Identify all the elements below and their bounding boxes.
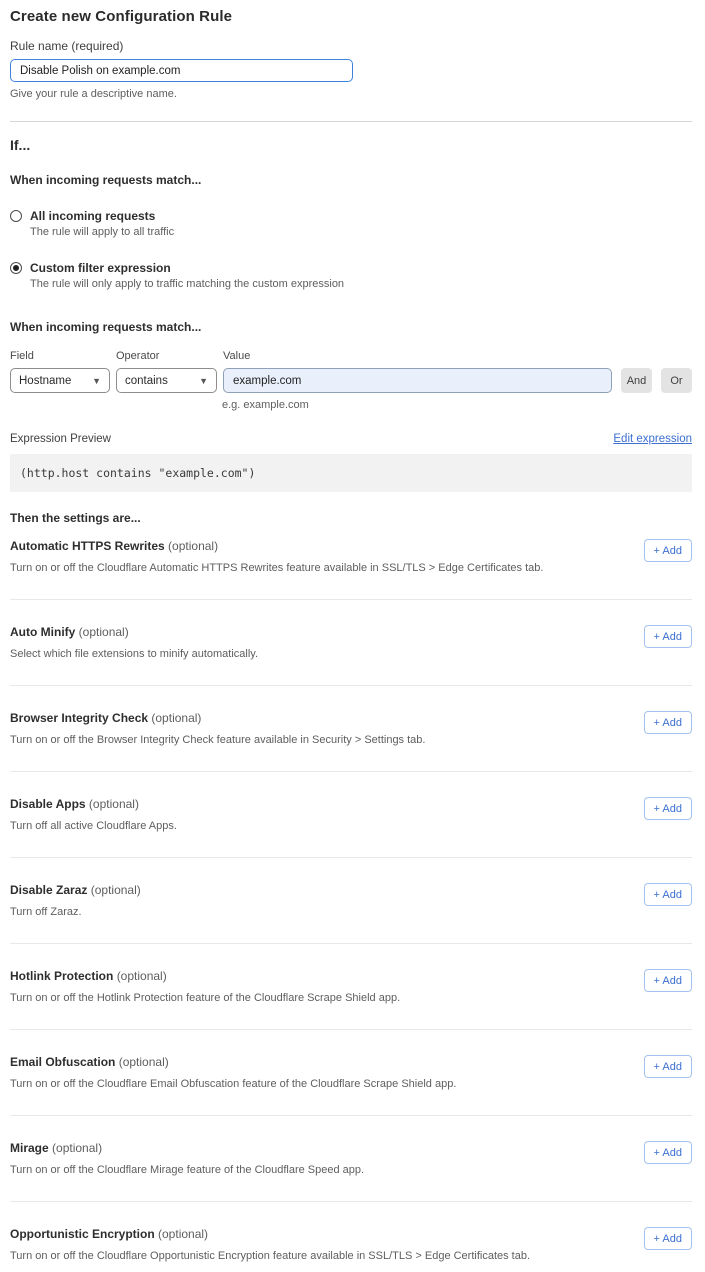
operator-select[interactable]: contains ▼ (116, 368, 217, 393)
or-button[interactable]: Or (661, 368, 692, 393)
setting-description: Turn on or off the Cloudflare Email Obfu… (10, 1078, 456, 1090)
setting-row-opportunistic-encryption: Opportunistic Encryption (optional) Turn… (10, 1202, 692, 1272)
setting-description: Turn off Zaraz. (10, 906, 141, 918)
setting-description: Turn on or off the Cloudflare Automatic … (10, 562, 543, 574)
field-select-value: Hostname (19, 375, 71, 387)
setting-description: Select which file extensions to minify a… (10, 648, 258, 660)
configuration-rule-form: Create new Configuration Rule Rule name … (0, 0, 705, 1272)
radio-label: Custom filter expression (30, 261, 171, 275)
add-button[interactable]: + Add (644, 883, 692, 906)
add-button[interactable]: + Add (644, 539, 692, 562)
setting-row-automatic-https-rewrites: Automatic HTTPS Rewrites (optional) Turn… (10, 525, 692, 600)
setting-row-disable-apps: Disable Apps (optional) Turn off all act… (10, 772, 692, 858)
setting-row-email-obfuscation: Email Obfuscation (optional) Turn on or … (10, 1030, 692, 1116)
page-title: Create new Configuration Rule (10, 8, 692, 25)
optional-label: (optional) (52, 1141, 102, 1155)
optional-label: (optional) (91, 883, 141, 897)
rule-name-helper: Give your rule a descriptive name. (10, 88, 692, 100)
optional-label: (optional) (158, 1227, 208, 1241)
operator-label: Operator (116, 350, 217, 362)
optional-label: (optional) (151, 711, 201, 725)
setting-row-browser-integrity-check: Browser Integrity Check (optional) Turn … (10, 686, 692, 772)
expression-builder-row: Field Hostname ▼ Operator contains ▼ Val… (10, 350, 692, 393)
optional-label: (optional) (117, 969, 167, 983)
optional-label: (optional) (79, 625, 129, 639)
setting-description: Turn on or off the Browser Integrity Che… (10, 734, 425, 746)
setting-name: Email Obfuscation (10, 1055, 115, 1069)
radio-description: The rule will apply to all traffic (30, 226, 174, 238)
radio-button-icon[interactable] (10, 262, 22, 274)
setting-description: Turn on or off the Cloudflare Opportunis… (10, 1250, 530, 1262)
setting-name: Browser Integrity Check (10, 711, 148, 725)
optional-label: (optional) (168, 539, 218, 553)
add-button[interactable]: + Add (644, 969, 692, 992)
setting-name: Disable Zaraz (10, 883, 87, 897)
value-helper: e.g. example.com (222, 399, 692, 411)
add-button[interactable]: + Add (644, 711, 692, 734)
setting-name: Auto Minify (10, 625, 75, 639)
setting-row-hotlink-protection: Hotlink Protection (optional) Turn on or… (10, 944, 692, 1030)
then-heading: Then the settings are... (10, 511, 692, 525)
expression-preview-label: Expression Preview (10, 433, 111, 445)
add-button[interactable]: + Add (644, 625, 692, 648)
value-input[interactable] (223, 368, 612, 393)
and-button[interactable]: And (621, 368, 652, 393)
setting-row-mirage: Mirage (optional) Turn on or off the Clo… (10, 1116, 692, 1202)
radio-button-icon[interactable] (10, 210, 22, 222)
add-button[interactable]: + Add (644, 797, 692, 820)
edit-expression-link[interactable]: Edit expression (613, 433, 692, 445)
operator-select-value: contains (125, 375, 168, 387)
setting-name: Automatic HTTPS Rewrites (10, 539, 165, 553)
builder-heading: When incoming requests match... (10, 320, 692, 334)
setting-name: Disable Apps (10, 797, 86, 811)
section-divider (10, 121, 692, 122)
field-label: Field (10, 350, 110, 362)
chevron-down-icon: ▼ (92, 376, 101, 386)
radio-all-incoming-requests[interactable]: All incoming requests The rule will appl… (10, 209, 692, 238)
setting-description: Turn off all active Cloudflare Apps. (10, 820, 177, 832)
match-type-radio-group: All incoming requests The rule will appl… (10, 209, 692, 290)
setting-name: Opportunistic Encryption (10, 1227, 155, 1241)
field-select[interactable]: Hostname ▼ (10, 368, 110, 393)
radio-custom-filter-expression[interactable]: Custom filter expression The rule will o… (10, 261, 692, 290)
expression-preview-code: (http.host contains "example.com") (10, 454, 692, 492)
setting-name: Hotlink Protection (10, 969, 113, 983)
setting-description: Turn on or off the Cloudflare Mirage fea… (10, 1164, 364, 1176)
radio-description: The rule will only apply to traffic matc… (30, 278, 344, 290)
optional-label: (optional) (89, 797, 139, 811)
add-button[interactable]: + Add (644, 1141, 692, 1164)
add-button[interactable]: + Add (644, 1227, 692, 1250)
radio-label: All incoming requests (30, 209, 155, 223)
value-label: Value (223, 350, 612, 362)
setting-name: Mirage (10, 1141, 49, 1155)
rule-name-label: Rule name (required) (10, 39, 692, 53)
optional-label: (optional) (119, 1055, 169, 1069)
chevron-down-icon: ▼ (199, 376, 208, 386)
rule-name-input[interactable] (10, 59, 353, 82)
match-heading: When incoming requests match... (10, 173, 692, 187)
add-button[interactable]: + Add (644, 1055, 692, 1078)
if-heading: If... (10, 137, 692, 153)
setting-description: Turn on or off the Hotlink Protection fe… (10, 992, 400, 1004)
setting-row-auto-minify: Auto Minify (optional) Select which file… (10, 600, 692, 686)
setting-row-disable-zaraz: Disable Zaraz (optional) Turn off Zaraz.… (10, 858, 692, 944)
